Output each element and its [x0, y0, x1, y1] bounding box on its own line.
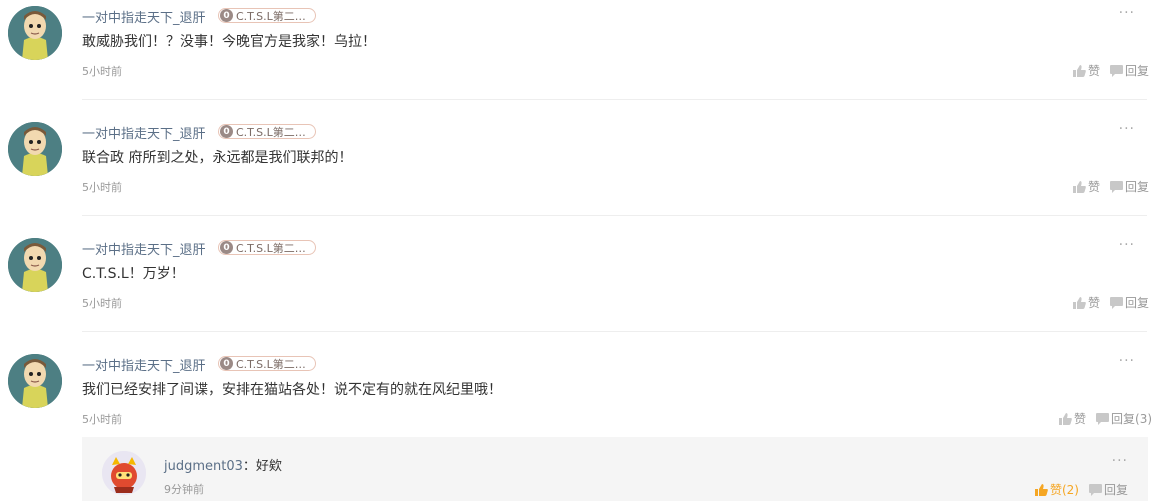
reply-username[interactable]: judgment03 [164, 459, 243, 474]
comment-time: 5小时前 [82, 181, 122, 194]
reply-label: 回复 [1125, 64, 1150, 78]
thumb-up-icon [1073, 64, 1086, 77]
like-label: 赞 [1074, 412, 1087, 426]
more-icon[interactable]: ··· [1119, 353, 1135, 369]
comment-actions: 赞 回复(3) [1059, 410, 1152, 427]
more-icon[interactable]: ··· [1112, 453, 1128, 469]
thumb-up-icon [1059, 412, 1072, 425]
avatar-image [8, 122, 62, 176]
reply-label: 回复 [1125, 296, 1150, 310]
fan-badge[interactable]: 0 C.T.S.L第二… [218, 240, 316, 255]
avatar-image [8, 6, 62, 60]
reply-button[interactable]: 回复(3) [1096, 410, 1152, 427]
reply-label: 回复(3) [1111, 412, 1153, 426]
username[interactable]: 一对中指走天下_退肝 [82, 7, 206, 26]
reply-separator: ： [242, 459, 256, 474]
comment-time: 5小时前 [82, 65, 122, 78]
more-icon[interactable]: ··· [1119, 237, 1135, 253]
reply-button[interactable]: 回复 [1110, 294, 1149, 311]
avatar-image [8, 354, 62, 408]
like-label: 赞 [1088, 64, 1101, 78]
more-icon[interactable]: ··· [1119, 121, 1135, 137]
user-avatar[interactable] [8, 354, 62, 408]
reply-button[interactable]: 回复 [1110, 62, 1149, 79]
badge-level: 0 [220, 357, 233, 370]
badge-text: C.T.S.L第二… [236, 9, 306, 23]
divider [82, 99, 1147, 100]
like-label: 赞 [1088, 296, 1101, 310]
reply-avatar-image [102, 451, 146, 495]
reply-time: 9分钟前 [164, 483, 204, 496]
comment-3: 一对中指走天下_退肝 0 C.T.S.L第二… C.T.S.L！万岁！ 5小时前… [0, 232, 1157, 348]
comment-actions: 赞 回复 [1073, 294, 1149, 311]
comment-text: 敢威胁我们！？没事！今晚官方是我家！乌拉！ [82, 34, 376, 50]
comment-text: 我们已经安排了间谍，安排在猫站各处！说不定有的就在风纪里哦！ [82, 382, 502, 398]
like-button[interactable]: 赞 [1073, 178, 1100, 195]
username[interactable]: 一对中指走天下_退肝 [82, 355, 206, 374]
like-button[interactable]: 赞 [1073, 62, 1100, 79]
more-icon[interactable]: ··· [1119, 5, 1135, 21]
comment-1: 一对中指走天下_退肝 0 C.T.S.L第二… 敢威胁我们！？没事！今晚官方是我… [0, 0, 1157, 116]
reply-label: 回复 [1125, 180, 1150, 194]
reply-label: 回复 [1103, 483, 1128, 497]
fan-badge[interactable]: 0 C.T.S.L第二… [218, 8, 316, 23]
comment-actions: 赞 回复 [1073, 178, 1149, 195]
comment-text: C.T.S.L！万岁！ [82, 266, 185, 282]
comment-actions: 赞 回复 [1073, 62, 1149, 79]
badge-level: 0 [220, 9, 233, 22]
divider [82, 331, 1147, 332]
reply-button[interactable]: 回复 [1088, 481, 1128, 498]
reply-content: judgment03：好欸 [164, 455, 282, 474]
like-button[interactable]: 赞(2) [1034, 481, 1079, 498]
badge-text: C.T.S.L第二… [236, 125, 306, 139]
badge-level: 0 [220, 125, 233, 138]
username[interactable]: 一对中指走天下_退肝 [82, 239, 206, 258]
reply-text: 好欸 [255, 459, 282, 474]
badge-level: 0 [220, 241, 233, 254]
comment-time: 5小时前 [82, 413, 122, 426]
like-button[interactable]: 赞 [1059, 410, 1086, 427]
thumb-up-icon [1034, 483, 1048, 496]
like-button[interactable]: 赞 [1073, 294, 1100, 311]
username[interactable]: 一对中指走天下_退肝 [82, 123, 206, 142]
comment-2: 一对中指走天下_退肝 0 C.T.S.L第二… 联合政 府所到之处，永远都是我们… [0, 116, 1157, 232]
comment-text: 联合政 府所到之处，永远都是我们联邦的！ [82, 150, 353, 166]
thumb-up-icon [1073, 180, 1086, 193]
comment-time: 5小时前 [82, 297, 122, 310]
reply-icon [1088, 483, 1102, 496]
reply-actions: 赞(2) 回复 [1034, 481, 1128, 498]
reply-icon [1110, 296, 1124, 309]
avatar-image [8, 238, 62, 292]
reply-button[interactable]: 回复 [1110, 178, 1149, 195]
thumb-up-icon [1073, 296, 1086, 309]
sub-reply: judgment03：好欸 9分钟前 ··· 赞(2) 回复 [82, 437, 1148, 501]
like-label: 赞(2) [1049, 483, 1079, 497]
divider [82, 215, 1147, 216]
reply-icon [1110, 64, 1124, 77]
reply-icon [1110, 180, 1124, 193]
reply-avatar[interactable] [102, 451, 146, 495]
badge-text: C.T.S.L第二… [236, 241, 306, 255]
fan-badge[interactable]: 0 C.T.S.L第二… [218, 356, 316, 371]
user-avatar[interactable] [8, 122, 62, 176]
user-avatar[interactable] [8, 6, 62, 60]
badge-text: C.T.S.L第二… [236, 357, 306, 371]
reply-icon [1096, 412, 1110, 425]
user-avatar[interactable] [8, 238, 62, 292]
fan-badge[interactable]: 0 C.T.S.L第二… [218, 124, 316, 139]
like-label: 赞 [1088, 180, 1101, 194]
